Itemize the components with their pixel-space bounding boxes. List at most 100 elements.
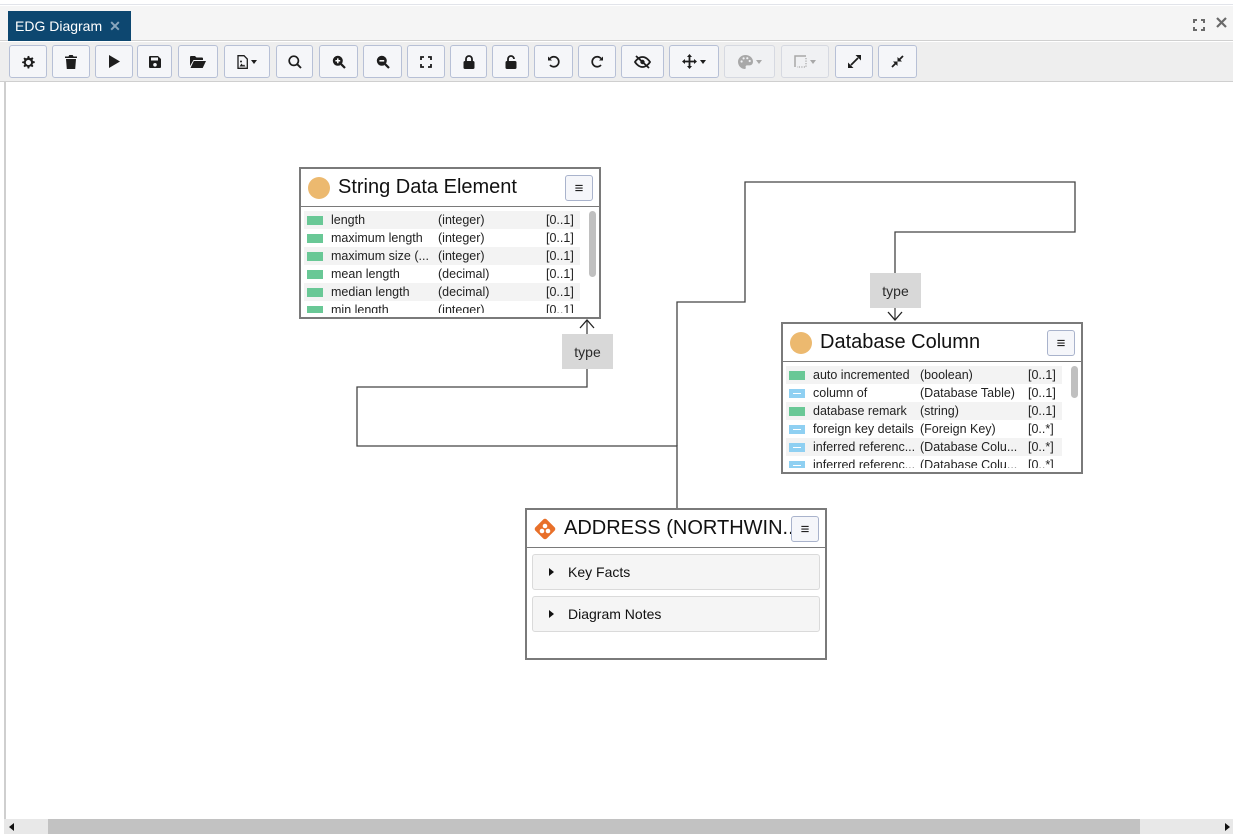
property-row[interactable]: foreign key details (Foreign Key) [0..*] [786,420,1062,438]
run-button[interactable] [95,45,133,78]
property-row[interactable]: column of (Database Table) [0..1] [786,384,1062,402]
class-circle-icon [790,331,812,354]
toolbar [0,42,1233,82]
node-header[interactable]: String Data Element ≡ [301,169,599,207]
property-row[interactable]: maximum size (... (integer) [0..1] [304,247,580,265]
edge-address-to-string-data-element[interactable] [356,321,678,509]
node-menu-button[interactable]: ≡ [1047,330,1075,356]
hide-button[interactable] [621,45,664,78]
chevron-down-icon [755,59,762,64]
border-style-button[interactable] [781,45,829,78]
scroll-left-icon[interactable] [9,823,14,831]
close-icon[interactable]: ✕ [109,18,121,35]
property-name: mean length [331,267,400,281]
node-menu-button[interactable]: ≡ [791,516,819,542]
undo-button[interactable] [534,45,573,78]
property-name: auto incremented [813,368,910,382]
property-cardinality: [0..1] [546,249,574,263]
lock-button[interactable] [450,45,487,78]
settings-button[interactable] [9,45,47,78]
tab-edg-diagram[interactable]: EDG Diagram ✕ [8,11,131,41]
property-list[interactable]: length (integer) [0..1] maximum length (int… [301,207,599,313]
class-circle-icon [308,176,330,199]
node-database-column[interactable]: Database Column ≡ auto incremented (boole… [781,322,1083,474]
property-cardinality: [0..1] [1028,368,1056,382]
property-cardinality: [0..1] [546,267,574,281]
section-diagram-notes[interactable]: Diagram Notes [532,596,820,632]
save-button[interactable] [137,45,172,78]
node-title: String Data Element [338,176,517,198]
reference-arrow-icon [789,388,805,398]
undo-icon [548,55,560,68]
property-cardinality: [0..1] [546,285,574,299]
open-button[interactable] [178,45,218,78]
node-header[interactable]: Database Column ≡ [783,324,1081,362]
edge-label-type[interactable]: type [870,273,921,308]
zoom-in-button[interactable] [319,45,358,78]
attribute-icon [789,406,805,416]
scrollbar-thumb[interactable] [48,819,1140,834]
property-row[interactable]: inferred referenc... (Database Colu... [0.… [786,438,1062,456]
property-cardinality: [0..1] [546,303,574,313]
property-list[interactable]: auto incremented (boolean) [0..1] column o… [783,362,1081,468]
zoom-in-icon [332,55,346,69]
instance-diamond-icon [534,518,556,539]
floppy-icon [148,55,161,68]
close-icon[interactable] [1215,16,1228,32]
redo-button[interactable] [578,45,616,78]
section-title: Diagram Notes [568,606,662,622]
chevron-down-icon [251,59,257,64]
hamburger-icon: ≡ [800,520,810,538]
zoom-out-icon [376,55,390,69]
node-string-data-element[interactable]: String Data Element ≡ length (integer) [0.… [299,167,601,319]
gear-icon [22,55,35,68]
vertical-scrollbar[interactable] [1071,366,1078,398]
property-name: database remark [813,404,907,418]
collapse-button[interactable] [878,45,917,78]
property-row[interactable]: auto incremented (boolean) [0..1] [786,366,1062,384]
property-row[interactable]: length (integer) [0..1] [304,211,580,229]
property-cardinality: [0..*] [1028,458,1054,468]
expand-icon[interactable] [1193,18,1205,34]
property-row[interactable]: maximum length (integer) [0..1] [304,229,580,247]
export-image-button[interactable] [224,45,270,78]
tab-title: EDG Diagram [15,18,103,34]
section-key-facts[interactable]: Key Facts [532,554,820,590]
chevron-down-icon [810,59,816,64]
node-menu-button[interactable]: ≡ [565,175,593,201]
vertical-scrollbar[interactable] [589,211,596,277]
palette-icon [737,54,753,69]
expand-button[interactable] [835,45,873,78]
node-address[interactable]: ADDRESS (NORTHWIN... ≡ Key Facts Diagram… [525,508,827,660]
unlock-button[interactable] [492,45,529,78]
scroll-right-icon[interactable] [1225,823,1230,831]
eye-slash-icon [634,54,651,69]
layout-button[interactable] [669,45,719,78]
diagram-canvas[interactable]: type type String Data Element ≡ length (i… [4,82,1233,819]
property-row[interactable]: inferred referenc... (Database Colu... [0.… [786,456,1062,468]
property-row[interactable]: min length (integer) [0..1] [304,301,580,313]
edge-label-type[interactable]: type [562,334,613,369]
zoom-out-button[interactable] [363,45,402,78]
color-button[interactable] [724,45,775,78]
property-type: (decimal) [438,285,490,299]
reference-arrow-icon [789,424,805,434]
property-type: (Database Colu... [920,440,1018,454]
property-row[interactable]: median length (decimal) [0..1] [304,283,580,301]
attribute-icon [307,251,323,261]
property-cardinality: [0..1] [1028,386,1056,400]
property-row[interactable]: mean length (decimal) [0..1] [304,265,580,283]
play-icon [108,55,120,68]
node-header[interactable]: ADDRESS (NORTHWIN... ≡ [527,510,825,548]
fit-to-screen-button[interactable] [407,45,445,78]
horizontal-scrollbar[interactable] [4,819,1233,834]
property-name: min length [331,303,389,313]
search-icon [287,54,302,69]
redo-icon [590,55,603,68]
property-row[interactable]: database remark (string) [0..1] [786,402,1062,420]
delete-button[interactable] [52,45,90,78]
caret-right-icon [549,610,554,618]
file-image-icon [237,54,248,69]
search-button[interactable] [276,45,313,78]
attribute-icon [307,215,323,225]
